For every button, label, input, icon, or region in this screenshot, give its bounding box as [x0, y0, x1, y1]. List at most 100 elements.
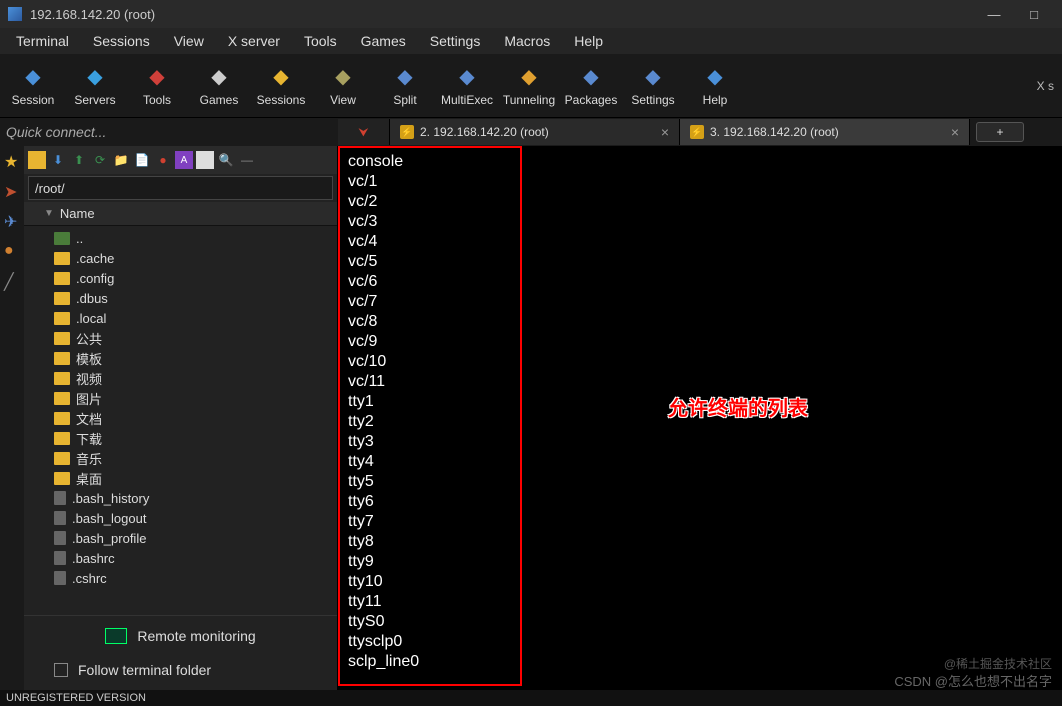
file-row[interactable]: 图片 — [24, 388, 337, 408]
terminal-line: vc/6 — [348, 272, 1052, 292]
toolbar-view[interactable]: ◆View — [312, 56, 374, 116]
file-row[interactable]: .local — [24, 308, 337, 328]
folder-icon[interactable] — [28, 151, 46, 169]
maximize-button[interactable]: □ — [1014, 7, 1054, 22]
file-row[interactable]: 公共 — [24, 328, 337, 348]
tab-label: 3. 192.168.142.20 (root) — [710, 125, 839, 139]
tab-home[interactable]: ⮟ — [338, 119, 390, 145]
menu-macros[interactable]: Macros — [492, 33, 562, 49]
terminal-icon: ⚡ — [400, 125, 414, 139]
file-row[interactable]: .dbus — [24, 288, 337, 308]
file-row[interactable]: 视频 — [24, 368, 337, 388]
file-row[interactable]: .cshrc — [24, 568, 337, 588]
layout-icon[interactable] — [196, 151, 214, 169]
tab-new[interactable]: + — [976, 122, 1024, 142]
file-row[interactable]: .bashrc — [24, 548, 337, 568]
toolbar-multiexec[interactable]: ◆MultiExec — [436, 56, 498, 116]
menu-sessions[interactable]: Sessions — [81, 33, 162, 49]
file-row[interactable]: 文档 — [24, 408, 337, 428]
file-icon — [54, 531, 66, 545]
close-icon[interactable]: × — [951, 124, 959, 140]
follow-terminal-checkbox[interactable]: Follow terminal folder — [34, 662, 327, 678]
file-row[interactable]: 桌面 — [24, 468, 337, 488]
file-name: 模板 — [76, 349, 102, 368]
file-row[interactable]: .. — [24, 228, 337, 248]
menu-settings[interactable]: Settings — [418, 33, 493, 49]
file-row[interactable]: 音乐 — [24, 448, 337, 468]
watermark-csdn: CSDN @怎么也想不出名字 — [894, 671, 1052, 690]
toolbar-settings[interactable]: ◆Settings — [622, 56, 684, 116]
toolbar-label: MultiExec — [441, 93, 493, 107]
newfile-icon[interactable]: 📄 — [133, 151, 151, 169]
refresh-icon[interactable]: ⟳ — [91, 151, 109, 169]
more-icon[interactable]: — — [238, 151, 256, 169]
toolbar-packages[interactable]: ◆Packages — [560, 56, 622, 116]
file-row[interactable]: .config — [24, 268, 337, 288]
home-icon: ⮟ — [358, 125, 368, 140]
terminal-line: vc/10 — [348, 352, 1052, 372]
toolbar-tools[interactable]: ◆Tools — [126, 56, 188, 116]
file-name: .config — [76, 271, 114, 286]
file-name: 桌面 — [76, 469, 102, 488]
file-icon — [54, 551, 66, 565]
menu-view[interactable]: View — [162, 33, 216, 49]
toolbar-help[interactable]: ◆Help — [684, 56, 746, 116]
file-name: 下载 — [76, 429, 102, 448]
plane-icon[interactable]: ✈ — [4, 212, 20, 228]
file-row[interactable]: 下载 — [24, 428, 337, 448]
tab-session-2[interactable]: ⚡ 2. 192.168.142.20 (root) × — [390, 119, 680, 145]
file-row[interactable]: .bash_history — [24, 488, 337, 508]
toolbar-label: View — [330, 93, 356, 107]
annotation-text: 允许终端的列表 — [668, 392, 808, 421]
delete-icon[interactable]: ● — [154, 151, 172, 169]
star-icon[interactable]: ★ — [4, 152, 20, 168]
menu-terminal[interactable]: Terminal — [4, 33, 81, 49]
file-row[interactable]: 模板 — [24, 348, 337, 368]
slash-icon[interactable]: ╱ — [4, 272, 20, 288]
tab-label: 2. 192.168.142.20 (root) — [420, 125, 549, 139]
terminal-line: vc/2 — [348, 192, 1052, 212]
file-name: .local — [76, 311, 106, 326]
menu-tools[interactable]: Tools — [292, 33, 349, 49]
path-input[interactable]: /root/ — [28, 176, 333, 200]
toolbar-servers[interactable]: ◆Servers — [64, 56, 126, 116]
file-row[interactable]: .bash_profile — [24, 528, 337, 548]
toolbar-label: Sessions — [257, 93, 306, 107]
menu-help[interactable]: Help — [562, 33, 615, 49]
toolbar-session[interactable]: ◆Session — [2, 56, 64, 116]
minimize-button[interactable]: — — [974, 7, 1014, 22]
toolbar-sessions[interactable]: ◆Sessions — [250, 56, 312, 116]
file-list[interactable]: .. .cache .config .dbus .local 公共模板视频图片文档下载音乐… — [24, 226, 337, 615]
tab-session-3[interactable]: ⚡ 3. 192.168.142.20 (root) × — [680, 119, 970, 145]
folder-icon — [54, 452, 70, 465]
file-row[interactable]: .bash_logout — [24, 508, 337, 528]
tools-icon: ◆ — [145, 65, 169, 89]
left-icon-strip: ★ ➤ ✈ ● ╱ — [0, 146, 24, 690]
file-name: 图片 — [76, 389, 102, 408]
folder-icon — [54, 392, 70, 405]
toolbar-split[interactable]: ◆Split — [374, 56, 436, 116]
search-icon[interactable]: 🔍 — [217, 151, 235, 169]
upload-icon[interactable]: ⬆ — [70, 151, 88, 169]
download-icon[interactable]: ⬇ — [49, 151, 67, 169]
folder-icon — [54, 352, 70, 365]
file-row[interactable]: .cache — [24, 248, 337, 268]
quick-connect-input[interactable]: Quick connect... — [0, 124, 338, 140]
folder-icon — [54, 312, 70, 325]
arrow-icon[interactable]: ➤ — [4, 182, 20, 198]
menu-games[interactable]: Games — [349, 33, 418, 49]
bookmark-icon[interactable]: A — [175, 151, 193, 169]
file-name: .cache — [76, 251, 114, 266]
menu-x-server[interactable]: X server — [216, 33, 292, 49]
checkbox-icon — [54, 663, 68, 677]
circle-icon[interactable]: ● — [4, 242, 20, 258]
file-list-header[interactable]: ▼ Name — [24, 202, 337, 226]
close-icon[interactable]: × — [661, 124, 669, 140]
terminal-line: ttyS0 — [348, 612, 1052, 632]
remote-monitoring-button[interactable]: Remote monitoring — [34, 628, 327, 644]
newfolder-icon[interactable]: 📁 — [112, 151, 130, 169]
toolbar-tunneling[interactable]: ◆Tunneling — [498, 56, 560, 116]
file-name: .. — [76, 231, 83, 246]
toolbar-games[interactable]: ◆Games — [188, 56, 250, 116]
watermark-juejin: @稀土掘金技术社区 — [944, 655, 1052, 672]
